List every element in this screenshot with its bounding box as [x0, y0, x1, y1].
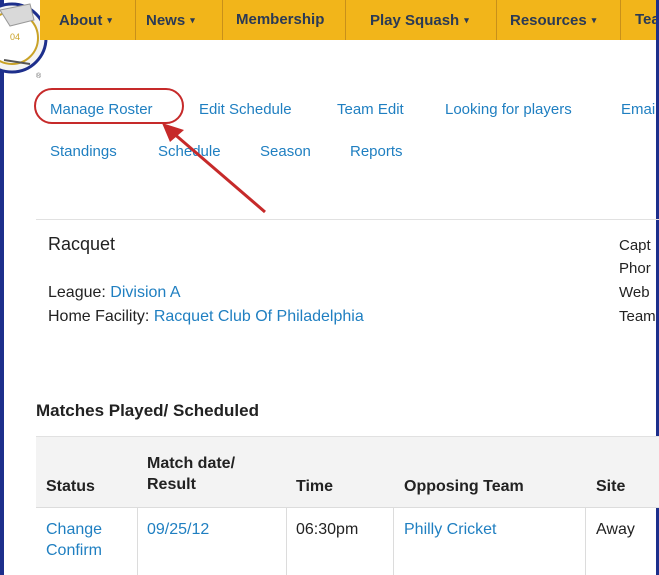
table-cell-border	[137, 508, 138, 575]
header-site: Site	[596, 478, 626, 495]
match-site: Away	[596, 521, 635, 538]
nav-resources-label: Resources	[510, 12, 587, 29]
nav-resources[interactable]: Resources ▾	[497, 0, 621, 40]
main-nav-bar: About ▾ News ▾ Membership Play Squash ▾ Res…	[40, 0, 656, 40]
web-label: Web	[619, 284, 650, 301]
header-time: Time	[296, 478, 334, 495]
header-result: Result	[147, 476, 196, 493]
nav-membership-label: Membership	[236, 11, 325, 28]
nav-about[interactable]: About ▾	[40, 0, 136, 40]
opposing-team-link[interactable]: Philly Cricket	[404, 519, 496, 540]
table-cell-border	[286, 508, 287, 575]
header-status: Status	[46, 478, 95, 495]
team-name: Racquet	[48, 234, 116, 254]
facility-row: Home Facility: Racquet Club Of Philadelp…	[48, 308, 364, 326]
nav-about-label: About	[59, 12, 103, 29]
nav-play-squash[interactable]: Play Squash ▾	[346, 0, 497, 40]
nav-play-squash-label: Play Squash	[370, 12, 460, 29]
table-cell-border	[585, 508, 586, 575]
section-divider	[36, 219, 659, 220]
team-label: Team	[619, 308, 656, 325]
table-cell-border	[393, 508, 394, 575]
matches-title: Matches Played/ Scheduled	[36, 401, 259, 420]
header-match-date: Match date/	[147, 455, 236, 472]
confirm-status-link[interactable]: Confirm	[46, 540, 102, 561]
nav-membership[interactable]: Membership	[223, 0, 346, 40]
nav-teams[interactable]: Tea	[621, 0, 656, 40]
reports-link[interactable]: Reports	[350, 143, 403, 160]
svg-text:®: ®	[36, 72, 42, 80]
team-edit-link[interactable]: Team Edit	[337, 101, 404, 118]
chevron-down-icon: ▾	[107, 15, 112, 25]
looking-for-players-link[interactable]: Looking for players	[445, 101, 572, 118]
change-status-link[interactable]: Change	[46, 519, 102, 540]
league-row: League: Division A	[48, 284, 181, 302]
edit-schedule-link[interactable]: Edit Schedule	[199, 101, 292, 118]
svg-text:04: 04	[10, 32, 20, 42]
nav-news-label: News	[146, 12, 186, 29]
captain-label: Capt	[619, 237, 651, 254]
phone-label: Phor	[619, 260, 651, 277]
annotation-arrow-icon	[162, 123, 266, 214]
chevron-down-icon: ▾	[591, 15, 597, 25]
facility-label: Home Facility:	[48, 308, 150, 325]
email-link[interactable]: Emai	[621, 101, 655, 118]
chevron-down-icon: ▾	[464, 15, 469, 25]
chevron-down-icon: ▾	[190, 15, 195, 25]
table-row-divider	[36, 507, 659, 508]
match-date-link[interactable]: 09/25/12	[147, 519, 209, 540]
nav-news[interactable]: News ▾	[136, 0, 223, 40]
facility-link[interactable]: Racquet Club Of Philadelphia	[154, 308, 364, 325]
standings-link[interactable]: Standings	[50, 143, 117, 160]
league-label: League:	[48, 284, 106, 301]
match-time: 06:30pm	[296, 521, 359, 538]
matches-table-header	[36, 437, 659, 507]
league-link[interactable]: Division A	[110, 284, 180, 301]
nav-teams-label: Tea	[635, 11, 656, 28]
header-opposing-team: Opposing Team	[404, 478, 524, 495]
